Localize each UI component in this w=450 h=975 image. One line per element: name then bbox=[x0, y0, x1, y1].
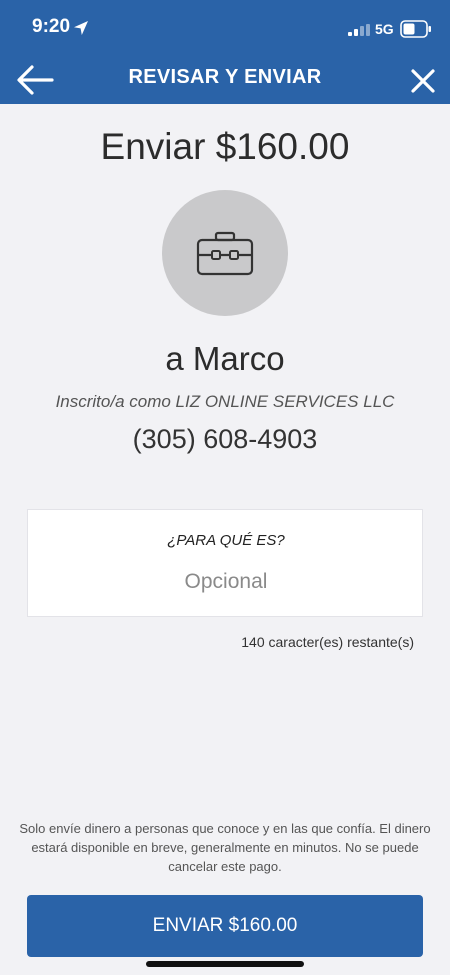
status-bar: 9:20 5G bbox=[0, 0, 450, 56]
enrolled-as-label: Inscrito/a como LIZ ONLINE SERVICES LLC bbox=[55, 392, 395, 411]
chars-remaining: 140 caracter(es) restante(s) bbox=[241, 634, 414, 650]
briefcase-icon bbox=[196, 231, 254, 276]
app-header: 9:20 5G REVISAR Y ENVIAR bbox=[0, 0, 450, 104]
memo-input[interactable] bbox=[48, 564, 404, 600]
page-title: REVISAR Y ENVIAR bbox=[128, 66, 322, 88]
recipient-name: a Marco bbox=[165, 340, 285, 377]
close-icon[interactable] bbox=[406, 64, 440, 98]
signal-icon bbox=[348, 24, 370, 36]
recipient-phone: (305) 608-4903 bbox=[132, 424, 318, 454]
disclaimer-text: Solo envíe dinero a personas que conoce … bbox=[19, 821, 431, 874]
status-time: 9:20 bbox=[32, 16, 71, 37]
amount-title: Enviar $160.00 bbox=[100, 126, 350, 167]
recipient-avatar bbox=[162, 190, 288, 316]
send-button[interactable]: ENVIAR $160.00 bbox=[27, 895, 423, 957]
network-label: 5G bbox=[375, 21, 394, 37]
memo-label: ¿PARA QUÉ ES? bbox=[167, 532, 285, 549]
home-indicator[interactable] bbox=[146, 961, 304, 967]
battery-icon bbox=[400, 20, 431, 38]
memo-card[interactable]: ¿PARA QUÉ ES? bbox=[27, 509, 423, 617]
location-arrow-icon bbox=[74, 21, 88, 35]
